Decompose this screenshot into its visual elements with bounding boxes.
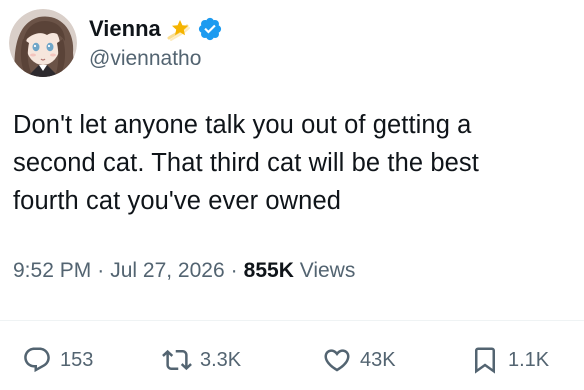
tweet-text-line: second cat. That third cat will be the b…: [13, 149, 479, 177]
heart-icon: [322, 345, 352, 375]
divider: [0, 320, 584, 321]
shooting-star-icon: [167, 16, 193, 42]
repost-button[interactable]: 3.3K: [162, 340, 241, 380]
repost-icon: [162, 345, 192, 375]
repost-count: 3.3K: [200, 348, 242, 371]
reply-count: 153: [60, 348, 94, 371]
separator-dot: ·: [230, 259, 238, 282]
user-names: Vienna @viennatho: [89, 14, 223, 72]
reply-button[interactable]: 153: [22, 340, 93, 380]
avatar[interactable]: [9, 9, 77, 77]
bookmark-count: 1.1K: [508, 348, 550, 371]
like-count: 43K: [360, 348, 396, 371]
name-row: Vienna: [89, 14, 223, 44]
tweet-text-line: fourth cat you've ever owned: [13, 187, 342, 215]
user-handle[interactable]: @viennatho: [89, 46, 223, 72]
bookmark-button[interactable]: 1.1K: [470, 340, 549, 380]
action-bar: 153 3.3K 43K 1.1K: [0, 340, 584, 380]
reply-icon: [22, 345, 52, 375]
tweet-time[interactable]: 9:52 PM: [13, 259, 91, 282]
like-button[interactable]: 43K: [322, 340, 396, 380]
tweet-date[interactable]: Jul 27, 2026: [110, 259, 224, 282]
tweet-header: Vienna @viennatho: [9, 9, 223, 77]
tweet-text-line: Don't let anyone talk you out of getting…: [13, 111, 472, 139]
views-label: Views: [299, 259, 356, 282]
separator-dot: ·: [97, 259, 105, 282]
tweet-meta: 9:52 PM · Jul 27, 2026 · 855K Views: [13, 257, 355, 285]
bookmark-icon: [470, 345, 500, 375]
tweet-card: Vienna @viennatho Don't let anyone talk …: [0, 0, 584, 390]
views-count: 855K: [243, 259, 294, 282]
verified-badge-icon[interactable]: [197, 16, 223, 42]
tweet-text: Don't let anyone talk you out of getting…: [13, 106, 579, 220]
display-name[interactable]: Vienna: [89, 15, 161, 43]
